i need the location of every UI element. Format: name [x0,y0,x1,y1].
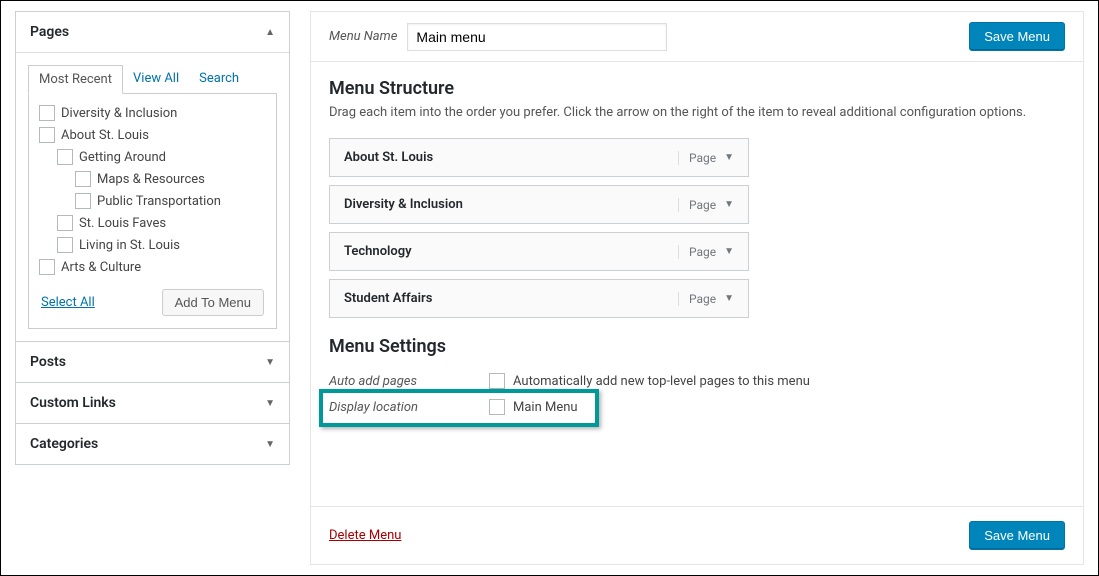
display-location-row: Display location Main Menu [329,393,1065,421]
menu-structure-title: Menu Structure [329,78,1065,99]
page-tree-label: Arts & Culture [61,260,141,275]
save-menu-button-top[interactable]: Save Menu [969,22,1065,51]
delete-menu-link[interactable]: Delete Menu [329,528,401,543]
page-checkbox[interactable] [39,105,55,121]
page-tree-item: About St. Louis [39,124,266,146]
tab-search[interactable]: Search [189,65,249,94]
menu-settings-title: Menu Settings [329,336,1065,357]
categories-title: Categories [30,436,98,452]
custom-links-accordion[interactable]: Custom Links ▼ [15,383,290,424]
page-tree-label: Living in St. Louis [79,238,180,253]
menu-item[interactable]: About St. Louis Page ▼ [329,138,749,177]
page-tree-label: About St. Louis [61,128,149,143]
page-tree-label: Diversity & Inclusion [61,106,177,121]
menu-item-title: About St. Louis [344,150,433,165]
auto-add-row: Auto add pages Automatically add new top… [329,369,1065,393]
page-tree-item: Maps & Resources [39,168,266,190]
page-tree-label: Maps & Resources [97,172,205,187]
menu-item-title: Diversity & Inclusion [344,197,463,212]
tab-view-all[interactable]: View All [123,65,189,94]
menu-item[interactable]: Technology Page ▼ [329,232,749,271]
caret-down-icon[interactable]: ▼ [724,152,734,163]
caret-down-icon[interactable]: ▼ [724,199,734,210]
page-tree-item: Getting Around [39,146,266,168]
page-checkbox[interactable] [57,149,73,165]
caret-down-icon[interactable]: ▼ [724,246,734,257]
caret-down-icon[interactable]: ▼ [724,293,734,304]
pages-tab-panel: Diversity & Inclusion About St. Louis Gett… [28,93,277,329]
tab-most-recent[interactable]: Most Recent [28,65,123,94]
menu-item-type: Page [689,292,716,306]
menu-item-type: Page [689,151,716,165]
menu-item[interactable]: Diversity & Inclusion Page ▼ [329,185,749,224]
categories-accordion[interactable]: Categories ▼ [15,424,290,465]
menu-name-label: Menu Name [329,29,397,44]
page-tree-label: Getting Around [79,150,166,165]
page-tree-item: Public Transportation [39,190,266,212]
menu-item-title: Technology [344,244,412,259]
page-tree-item: St. Louis Faves [39,212,266,234]
menu-header: Menu Name Save Menu [311,12,1083,62]
pages-accordion-header[interactable]: Pages ▲ [16,12,289,53]
page-checkbox[interactable] [75,171,91,187]
caret-down-icon: ▼ [265,398,275,409]
pages-tree: Diversity & Inclusion About St. Louis Gett… [39,102,266,277]
pages-accordion: Pages ▲ Most Recent View All Search Dive… [15,11,290,342]
add-to-menu-button[interactable]: Add To Menu [162,289,264,316]
menu-item-type: Page [689,198,716,212]
page-checkbox[interactable] [39,259,55,275]
caret-down-icon: ▼ [265,439,275,450]
auto-add-checkbox[interactable] [489,373,505,389]
page-checkbox[interactable] [39,127,55,143]
posts-accordion[interactable]: Posts ▼ [15,342,290,383]
page-checkbox[interactable] [57,237,73,253]
posts-title: Posts [30,354,66,370]
menu-structure-desc: Drag each item into the order you prefer… [329,105,1065,120]
page-tree-label: Public Transportation [97,194,221,209]
menu-items-list: About St. LouisPage▼Diversity & Inclusio… [329,138,749,318]
display-location-checkbox[interactable] [489,399,505,415]
auto-add-desc: Automatically add new top-level pages to… [513,374,810,389]
page-checkbox[interactable] [57,215,73,231]
menu-item-title: Student Affairs [344,291,432,306]
display-location-label: Display location [329,400,489,415]
select-all-link[interactable]: Select All [41,295,95,310]
pages-title: Pages [30,24,69,40]
custom-links-title: Custom Links [30,395,116,411]
page-tree-item: Diversity & Inclusion [39,102,266,124]
menu-item[interactable]: Student Affairs Page ▼ [329,279,749,318]
page-tree-item: Arts & Culture [39,256,266,277]
caret-down-icon: ▼ [265,357,275,368]
pages-tabs: Most Recent View All Search [28,65,277,94]
auto-add-label: Auto add pages [329,374,489,389]
menu-name-input[interactable] [407,23,667,51]
display-location-option: Main Menu [513,400,578,415]
menu-item-type: Page [689,245,716,259]
save-menu-button-bottom[interactable]: Save Menu [969,521,1065,550]
caret-up-icon: ▲ [265,27,275,38]
page-tree-item: Living in St. Louis [39,234,266,256]
page-tree-label: St. Louis Faves [79,216,166,231]
page-checkbox[interactable] [75,193,91,209]
